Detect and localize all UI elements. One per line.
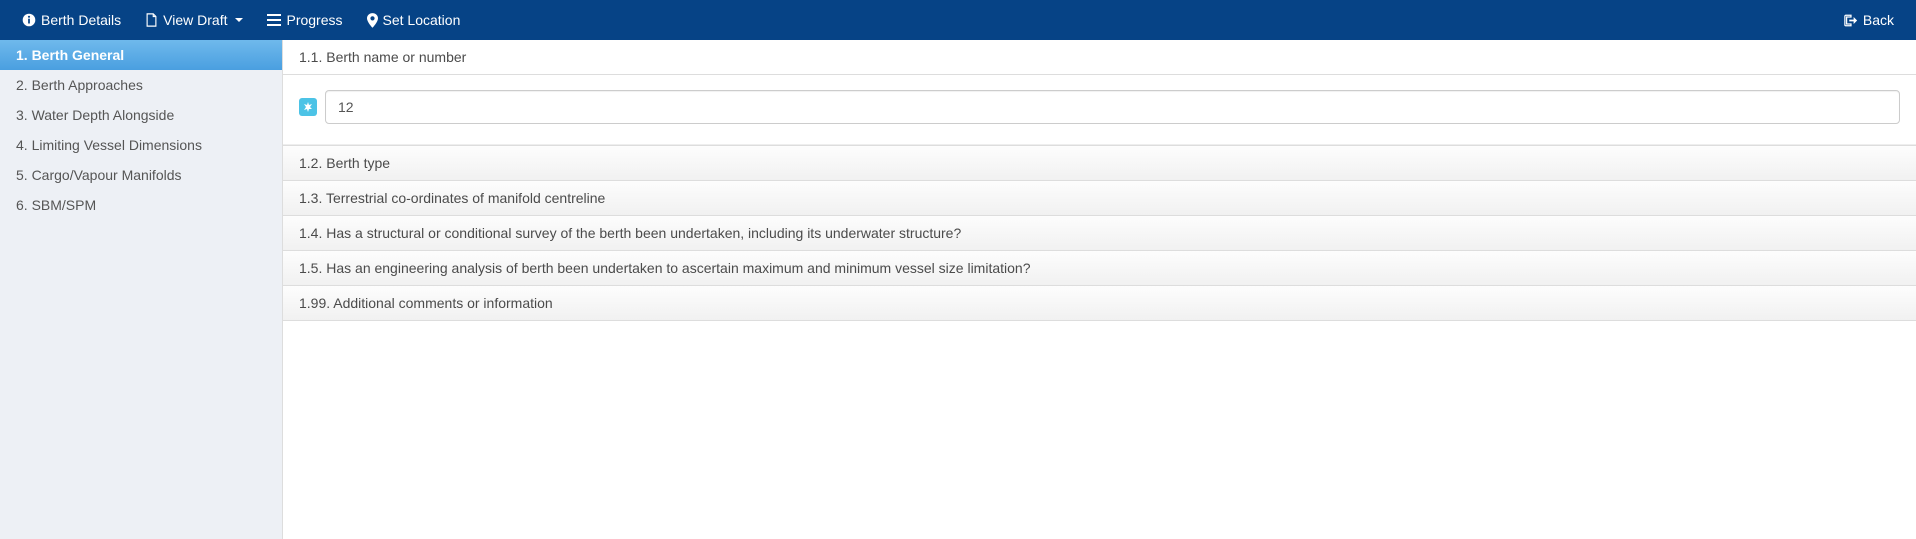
nav-label: View Draft [163, 12, 227, 28]
required-icon [299, 98, 317, 116]
topbar-right: Back [1832, 2, 1906, 38]
panel-body-1-1 [283, 75, 1916, 145]
sidebar-item-water-depth[interactable]: 3. Water Depth Alongside [0, 100, 282, 130]
nav-label: Progress [286, 12, 342, 28]
nav-berth-details[interactable]: Berth Details [10, 2, 133, 38]
berth-name-input[interactable] [325, 90, 1900, 124]
input-row [299, 90, 1900, 124]
panel-heading-1-1[interactable]: 1.1. Berth name or number [283, 40, 1916, 75]
sign-out-icon [1844, 14, 1858, 27]
sidebar-item-berth-general[interactable]: 1. Berth General [0, 40, 282, 70]
pdf-file-icon [145, 13, 158, 27]
nav-label: Berth Details [41, 12, 121, 28]
panel-group: 1.1. Berth name or number 1.2. Berth typ… [283, 40, 1916, 321]
info-icon [22, 13, 36, 27]
sidebar-item-label: 6. SBM/SPM [16, 197, 96, 213]
list-icon [267, 14, 281, 26]
nav-back[interactable]: Back [1832, 2, 1906, 38]
sidebar: 1. Berth General 2. Berth Approaches 3. … [0, 40, 283, 539]
sidebar-item-berth-approaches[interactable]: 2. Berth Approaches [0, 70, 282, 100]
sidebar-item-label: 1. Berth General [16, 47, 124, 63]
nav-set-location[interactable]: Set Location [355, 2, 473, 38]
sidebar-item-sbm-spm[interactable]: 6. SBM/SPM [0, 190, 282, 220]
chevron-down-icon [235, 18, 243, 22]
topbar-left: Berth Details View Draft Progress Set Lo… [10, 2, 472, 38]
panel-title: 1.3. Terrestrial co-ordinates of manifol… [299, 190, 605, 206]
sidebar-item-label: 3. Water Depth Alongside [16, 107, 174, 123]
main-content: 1.1. Berth name or number 1.2. Berth typ… [283, 40, 1916, 539]
panel-title: 1.1. Berth name or number [299, 49, 466, 65]
sidebar-item-cargo-manifolds[interactable]: 5. Cargo/Vapour Manifolds [0, 160, 282, 190]
panel-title: 1.2. Berth type [299, 155, 390, 171]
nav-label: Set Location [383, 12, 461, 28]
panel-title: 1.4. Has a structural or conditional sur… [299, 225, 961, 241]
panel-heading-1-2[interactable]: 1.2. Berth type [283, 145, 1916, 181]
panel-title: 1.5. Has an engineering analysis of bert… [299, 260, 1031, 276]
nav-progress[interactable]: Progress [255, 2, 354, 38]
panel-heading-1-99[interactable]: 1.99. Additional comments or information [283, 285, 1916, 321]
panel-heading-1-3[interactable]: 1.3. Terrestrial co-ordinates of manifol… [283, 180, 1916, 216]
sidebar-item-label: 4. Limiting Vessel Dimensions [16, 137, 202, 153]
panel-heading-1-5[interactable]: 1.5. Has an engineering analysis of bert… [283, 250, 1916, 286]
layout: 1. Berth General 2. Berth Approaches 3. … [0, 40, 1916, 539]
panel-title: 1.99. Additional comments or information [299, 295, 553, 311]
panel-heading-1-4[interactable]: 1.4. Has a structural or conditional sur… [283, 215, 1916, 251]
nav-view-draft[interactable]: View Draft [133, 2, 255, 38]
map-marker-icon [367, 13, 378, 28]
sidebar-item-label: 5. Cargo/Vapour Manifolds [16, 167, 182, 183]
sidebar-item-limiting-dimensions[interactable]: 4. Limiting Vessel Dimensions [0, 130, 282, 160]
nav-label: Back [1863, 12, 1894, 28]
topbar: Berth Details View Draft Progress Set Lo… [0, 0, 1916, 40]
sidebar-item-label: 2. Berth Approaches [16, 77, 143, 93]
